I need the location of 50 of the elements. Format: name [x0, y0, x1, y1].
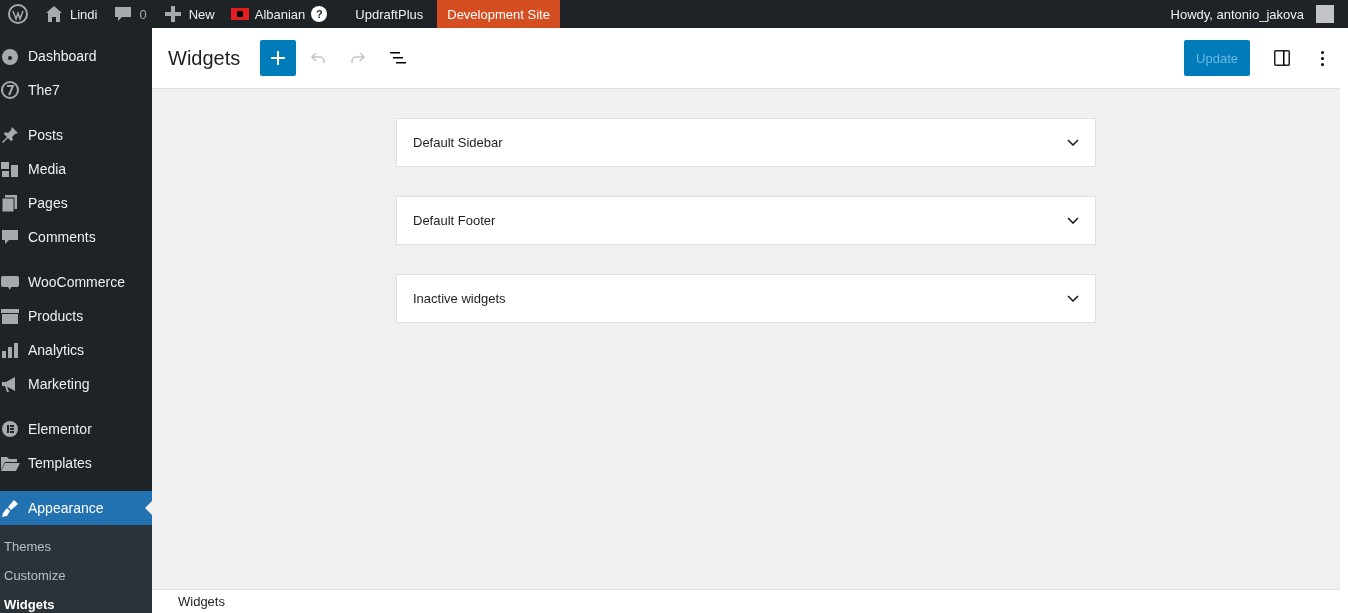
widget-area-panel[interactable]: Default Sidebar [396, 118, 1096, 167]
add-block-button[interactable] [260, 40, 297, 76]
wordpress-logo-icon [8, 4, 28, 24]
numeral-seven-icon [0, 80, 20, 100]
media-icon [0, 159, 20, 179]
plus-icon [162, 4, 183, 24]
sidebar-item[interactable]: The7 [0, 73, 152, 107]
speech-bubble-icon [0, 227, 20, 247]
speech-bubble-icon [113, 4, 134, 24]
submenu-item[interactable]: Themes [0, 532, 152, 561]
sidebar-item[interactable]: Comments [0, 220, 152, 254]
environment-badge[interactable]: Development Site [437, 0, 560, 28]
sidebar-item[interactable]: WooCommerce [0, 265, 152, 299]
chevron-icon [1067, 139, 1079, 146]
sidebar-item[interactable]: Products [0, 299, 152, 333]
greeting-link[interactable]: Howdy, antonio_jakova [1170, 6, 1304, 22]
paintbrush-icon [0, 498, 20, 518]
widget-area-title: Default Sidebar [413, 135, 503, 150]
sidebar-item[interactable]: Analytics [0, 333, 152, 367]
updraftplus-link[interactable]: UpdraftPlus [355, 6, 424, 22]
widget-area-panel[interactable]: Inactive widgets [396, 274, 1096, 323]
sidebar-item[interactable]: Elementor [0, 412, 152, 446]
comments-count[interactable]: 0 [139, 6, 147, 22]
box-icon [0, 306, 20, 326]
sidebar-item[interactable]: Dashboard [0, 39, 152, 73]
chevron-icon [1067, 217, 1079, 224]
vertical-dots-icon [1320, 50, 1324, 66]
site-name-link[interactable]: Lindi [70, 6, 98, 22]
submenu-item[interactable]: Customize [0, 561, 152, 590]
sidebar-item[interactable]: Marketing [0, 367, 152, 401]
bar-chart-icon [0, 340, 20, 360]
flag-icon [230, 8, 249, 20]
pushpin-icon [0, 125, 20, 145]
page-title: Widgets [168, 46, 241, 70]
home-icon [44, 4, 64, 24]
submenu-item[interactable]: Widgets [0, 590, 152, 613]
sidebar-item[interactable]: Pages [0, 186, 152, 220]
chevron-icon [1067, 295, 1079, 302]
sidebar-item[interactable]: Appearance [0, 491, 152, 525]
widget-area-panel[interactable]: Default Footer [396, 196, 1096, 245]
sidebar-toggle-icon [1272, 48, 1292, 68]
breadcrumb: Widgets [178, 594, 225, 609]
widget-area-title: Inactive widgets [413, 291, 506, 306]
sidebar-item[interactable]: Templates [0, 446, 152, 480]
new-link[interactable]: New [188, 6, 215, 22]
sidebar-item[interactable]: Media [0, 152, 152, 186]
help-badge[interactable]: ? [311, 6, 328, 22]
widget-area-title: Default Footer [413, 213, 496, 228]
sidebar-item[interactable]: Posts [0, 118, 152, 152]
language-link[interactable]: Albanian [254, 6, 306, 22]
